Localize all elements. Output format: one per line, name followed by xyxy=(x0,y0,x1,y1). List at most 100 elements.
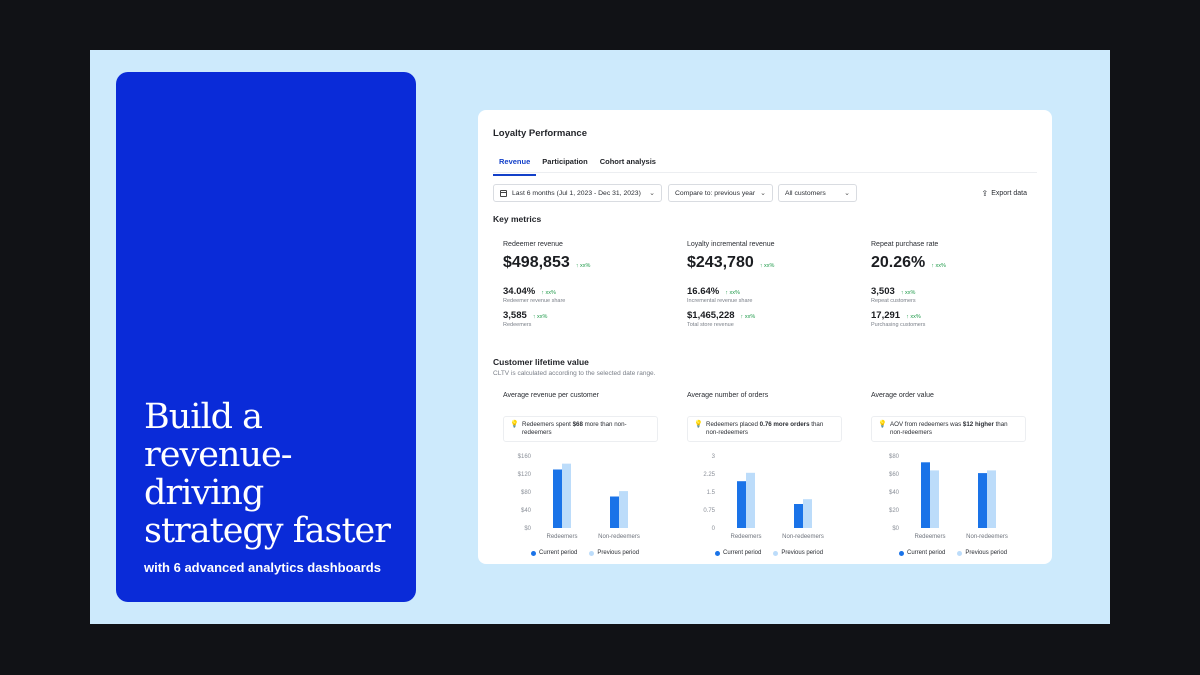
insight-highlight: $68 xyxy=(572,421,583,428)
chart-legend: Current period Previous period xyxy=(715,550,835,556)
legend-label: Previous period xyxy=(965,550,1008,556)
x-tick-label: Redeemers xyxy=(914,534,945,540)
y-tick-label: $160 xyxy=(518,454,532,460)
y-tick-label: 0 xyxy=(712,526,716,532)
bar-previous-non-redeemers xyxy=(987,470,996,528)
insight-text: AOV from redeemers was xyxy=(890,421,963,428)
submetric-value: 3,585 xyxy=(503,310,527,321)
metric-delta: ↑ xx% xyxy=(575,263,591,269)
legend-item-previous: Previous period xyxy=(773,550,823,556)
cltv-subtitle: CLTV is calculated according to the sele… xyxy=(493,370,656,377)
submetric-caption: Purchasing customers xyxy=(871,322,926,328)
bar-previous-non-redeemers xyxy=(619,491,628,528)
export-data-button[interactable]: ⇪ Export data xyxy=(981,189,1027,198)
y-tick-label: $40 xyxy=(521,508,532,514)
chart-avg-number-of-orders: Average number of orders 💡 Redeemers pla… xyxy=(677,392,842,562)
x-tick-label: Non-redeemers xyxy=(782,534,824,540)
bar-previous-redeemers xyxy=(562,463,571,528)
y-tick-label: $120 xyxy=(518,472,532,478)
legend-swatch xyxy=(899,550,904,556)
submetric-caption: Repeat customers xyxy=(871,298,916,304)
key-metrics-title: Key metrics xyxy=(493,214,542,224)
legend-item-previous: Previous period xyxy=(957,550,1007,556)
metric-delta: ↑ xx% xyxy=(931,263,946,269)
segment-value: All customers xyxy=(785,189,826,197)
chart-avg-revenue-per-customer: Average revenue per customer 💡 Redeemers… xyxy=(493,392,658,562)
submetric-delta: ↑ xx% xyxy=(725,290,740,296)
bar-previous-redeemers xyxy=(930,470,939,528)
promo-card: Build a revenue-driving strategy faster … xyxy=(116,72,416,602)
y-tick-label: $80 xyxy=(889,454,900,460)
insight-highlight: $12 higher xyxy=(962,421,994,428)
submetric-value: 3,503 xyxy=(871,286,895,297)
date-range-select[interactable]: Last 6 months (Jul 1, 2023 - Dec 31, 202… xyxy=(493,184,662,202)
y-tick-label: 3 xyxy=(712,454,716,460)
legend-item-previous: Previous period xyxy=(589,550,639,556)
submetric-delta: ↑ xx% xyxy=(740,314,756,320)
legend-item-current: Current period xyxy=(899,550,945,556)
bar-current-redeemers xyxy=(737,481,746,528)
chart-insight: 💡 Redeemers spent $68 more than non-rede… xyxy=(503,416,658,442)
legend-swatch xyxy=(589,550,595,556)
metric-value: 20.26% xyxy=(871,254,926,271)
bar-previous-redeemers xyxy=(746,472,755,528)
dashboard-title: Loyalty Performance xyxy=(493,128,587,139)
y-tick-label: $80 xyxy=(521,490,532,496)
metric-value: $498,853 xyxy=(503,254,570,271)
legend-swatch xyxy=(773,550,779,556)
insight-highlight: 0.76 more orders xyxy=(759,421,810,428)
y-tick-label: $0 xyxy=(524,526,531,532)
bar-chart: $80 $60 $40 $20 $0 Redeemers Non-redeemers xyxy=(889,454,1008,540)
promo-subline: with 6 advanced analytics dashboards xyxy=(144,560,381,575)
chevron-down-icon: ⌄ xyxy=(844,190,850,197)
metric-label: Redeemer revenue xyxy=(503,241,563,248)
chevron-down-icon: ⌄ xyxy=(760,190,766,197)
export-icon: ⇪ xyxy=(981,189,989,198)
cltv-title: Customer lifetime value xyxy=(493,357,589,367)
segment-select[interactable]: All customers ⌄ xyxy=(778,184,857,202)
chart-title: Average revenue per customer xyxy=(503,392,599,399)
submetric-value: 16.64% xyxy=(687,286,720,297)
metric-value: $243,780 xyxy=(687,254,754,271)
chart-insight: 💡 Redeemers placed 0.76 more orders than… xyxy=(687,416,842,442)
bar-current-non-redeemers xyxy=(610,496,619,528)
date-range-value: Last 6 months (Jul 1, 2023 - Dec 31, 202… xyxy=(512,189,641,197)
y-tick-label: $40 xyxy=(889,490,900,496)
legend-swatch xyxy=(957,550,963,556)
compare-select[interactable]: Compare to: previous year ⌄ xyxy=(668,184,773,202)
legend-item-current: Current period xyxy=(715,550,761,556)
bar-current-redeemers xyxy=(921,462,930,528)
x-tick-label: Non-redeemers xyxy=(598,534,640,540)
chart-title: Average order value xyxy=(871,392,934,399)
submetric-value: 34.04% xyxy=(503,286,536,297)
chart-legend: Current period Previous period xyxy=(531,550,651,556)
chart-avg-order-value: Average order value 💡 AOV from redeemers… xyxy=(861,392,1026,562)
y-tick-label: 1.5 xyxy=(707,490,716,496)
legend-label: Previous period xyxy=(781,550,824,556)
lightbulb-icon: 💡 xyxy=(878,421,887,428)
chart-insight: 💡 AOV from redeemers was $12 higher than… xyxy=(871,416,1026,442)
legend-label: Current period xyxy=(907,550,946,556)
y-tick-label: $60 xyxy=(889,472,900,478)
submetric-caption: Total store revenue xyxy=(687,322,734,328)
y-tick-label: $0 xyxy=(892,526,899,532)
legend-item-current: Current period xyxy=(531,550,577,556)
submetric-caption: Redeemers xyxy=(503,322,532,328)
insight-text: Redeemers placed xyxy=(706,421,760,428)
bar-chart: 3 2.25 1.5 0.75 0 Redeemers Non-redeemers xyxy=(703,454,824,540)
lightbulb-icon: 💡 xyxy=(510,421,519,428)
dashboard-card: Loyalty Performance Revenue Participatio… xyxy=(478,110,1052,564)
submetric-delta: ↑ xx% xyxy=(906,314,921,320)
metric-delta: ↑ xx% xyxy=(759,263,775,269)
legend-label: Current period xyxy=(723,550,762,556)
submetric-delta: ↑ xx% xyxy=(541,290,556,296)
metric-redeemer-revenue: Redeemer revenue $498,853 ↑ xx% 34.04% ↑ x… xyxy=(503,241,673,328)
submetric-delta: ↑ xx% xyxy=(532,314,548,320)
metric-label: Loyalty incremental revenue xyxy=(687,241,775,248)
y-tick-label: 0.75 xyxy=(703,508,715,514)
submetric-value: $1,465,228 xyxy=(687,310,735,321)
submetric-caption: Incremental revenue share xyxy=(687,298,753,304)
x-tick-label: Non-redeemers xyxy=(966,534,1008,540)
metric-label: Repeat purchase rate xyxy=(871,241,939,248)
legend-swatch xyxy=(531,550,536,556)
